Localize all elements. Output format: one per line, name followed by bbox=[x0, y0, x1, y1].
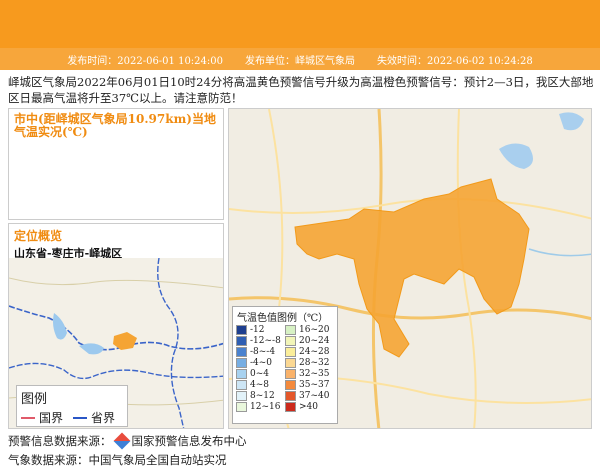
color-swatch-icon bbox=[236, 347, 247, 357]
location-panel-title: 定位概览 bbox=[14, 229, 63, 243]
temperature-panel: 市中(距峄城区气象局10.97km)当地气温实况(℃) bbox=[8, 108, 224, 220]
temperature-legend-item: >40 bbox=[285, 402, 334, 412]
temperature-legend-item: 16~20 bbox=[285, 325, 334, 335]
temperature-legend-grid: -12 16~20 -12~-8 20~24 -8~-4 24~28 -4~0 28~32 0~… bbox=[233, 325, 337, 412]
temperature-legend-label: 35~37 bbox=[299, 380, 330, 390]
temperature-legend-item: 32~35 bbox=[285, 369, 334, 379]
temperature-legend-label: 20~24 bbox=[299, 336, 330, 346]
country-border-line-icon bbox=[21, 416, 35, 419]
temperature-legend-item: -12~-8 bbox=[236, 336, 285, 346]
color-swatch-icon bbox=[285, 391, 296, 401]
weather-source-text: 气象数据来源：中国气象局全国自动站实况 bbox=[8, 453, 227, 467]
overview-map[interactable]: 图例 国界 省界 bbox=[9, 257, 223, 428]
color-swatch-icon bbox=[285, 336, 296, 346]
temperature-legend-item: -4~0 bbox=[236, 358, 285, 368]
temperature-legend-label: 24~28 bbox=[299, 347, 330, 357]
temperature-legend-item: 24~28 bbox=[285, 347, 334, 357]
color-swatch-icon bbox=[285, 358, 296, 368]
info-bar: 发布时间：2022-06-01 10:24:00 发布单位：峄城区气象局 失效时… bbox=[0, 48, 600, 70]
publisher: 发布单位：峄城区气象局 bbox=[245, 55, 355, 67]
temperature-legend-label: -4~0 bbox=[250, 358, 273, 368]
temperature-legend-label: >40 bbox=[299, 402, 318, 412]
temperature-legend-label: 8~12 bbox=[250, 391, 275, 401]
color-swatch-icon bbox=[285, 380, 296, 390]
color-swatch-icon bbox=[236, 380, 247, 390]
map-legend-row: 国界 省界 bbox=[17, 409, 127, 426]
color-swatch-icon bbox=[236, 369, 247, 379]
temperature-legend-label: 16~20 bbox=[299, 325, 330, 335]
temperature-legend-label: 37~40 bbox=[299, 391, 330, 401]
temperature-legend-title: 气温色值图例（℃） bbox=[237, 313, 329, 324]
publish-time: 发布时间：2022-06-01 10:24:00 bbox=[67, 55, 223, 67]
temperature-legend-item: 8~12 bbox=[236, 391, 285, 401]
temperature-legend-label: 32~35 bbox=[299, 369, 330, 379]
temperature-legend-item: -12 bbox=[236, 325, 285, 335]
expire-time: 失效时间：2022-06-02 10:24:28 bbox=[377, 55, 533, 67]
color-swatch-icon bbox=[285, 369, 296, 379]
country-border-label: 国界 bbox=[39, 411, 64, 425]
color-swatch-icon bbox=[285, 347, 296, 357]
temperature-legend-item: 12~16 bbox=[236, 402, 285, 412]
warning-center-logo-icon bbox=[113, 432, 130, 450]
temperature-legend-item: 4~8 bbox=[236, 380, 285, 390]
color-swatch-icon bbox=[236, 325, 247, 335]
color-swatch-icon bbox=[236, 336, 247, 346]
temperature-legend-item: 35~37 bbox=[285, 380, 334, 390]
color-swatch-icon bbox=[236, 402, 247, 412]
warning-source: 预警信息数据来源： 国家预警信息发布中心 bbox=[8, 432, 247, 450]
map-legend-title: 图例 bbox=[21, 392, 48, 407]
weather-source: 气象数据来源：中国气象局全国自动站实况 bbox=[8, 452, 227, 468]
map-legend: 图例 国界 省界 bbox=[16, 385, 128, 427]
warning-notice: 峄城区气象局2022年06月01日10时24分将高温黄色预警信号升级为高温橙色预… bbox=[8, 75, 594, 105]
temperature-legend-item: 0~4 bbox=[236, 369, 285, 379]
color-swatch-icon bbox=[285, 325, 296, 335]
location-panel: 定位概览 山东省-枣庄市-峄城区 图例 国界 省界 bbox=[8, 223, 224, 429]
temperature-legend: 气温色值图例（℃） -12 16~20 -12~-8 20~24 -8~-4 24~28-… bbox=[232, 306, 338, 424]
temperature-legend-label: -12 bbox=[250, 325, 265, 335]
temperature-legend-item: 20~24 bbox=[285, 336, 334, 346]
province-border-label: 省界 bbox=[91, 411, 116, 425]
temperature-legend-label: 4~8 bbox=[250, 380, 269, 390]
color-swatch-icon bbox=[285, 402, 296, 412]
temperature-legend-label: -12~-8 bbox=[250, 336, 281, 346]
header-banner bbox=[0, 0, 600, 48]
temperature-legend-label: -8~-4 bbox=[250, 347, 276, 357]
temperature-legend-label: 12~16 bbox=[250, 402, 281, 412]
color-swatch-icon bbox=[236, 391, 247, 401]
temperature-legend-item: 37~40 bbox=[285, 391, 334, 401]
temperature-legend-item: 28~32 bbox=[285, 358, 334, 368]
warning-source-label: 预警信息数据来源： bbox=[8, 434, 112, 448]
color-swatch-icon bbox=[236, 358, 247, 368]
temperature-legend-label: 28~32 bbox=[299, 358, 330, 368]
temperature-panel-title: 市中(距峄城区气象局10.97km)当地气温实况(℃) bbox=[14, 112, 216, 139]
province-border-line-icon bbox=[73, 416, 88, 419]
temperature-legend-label: 0~4 bbox=[250, 369, 269, 379]
warning-source-org[interactable]: 国家预警信息发布中心 bbox=[132, 433, 247, 449]
temperature-legend-item: -8~-4 bbox=[236, 347, 285, 357]
